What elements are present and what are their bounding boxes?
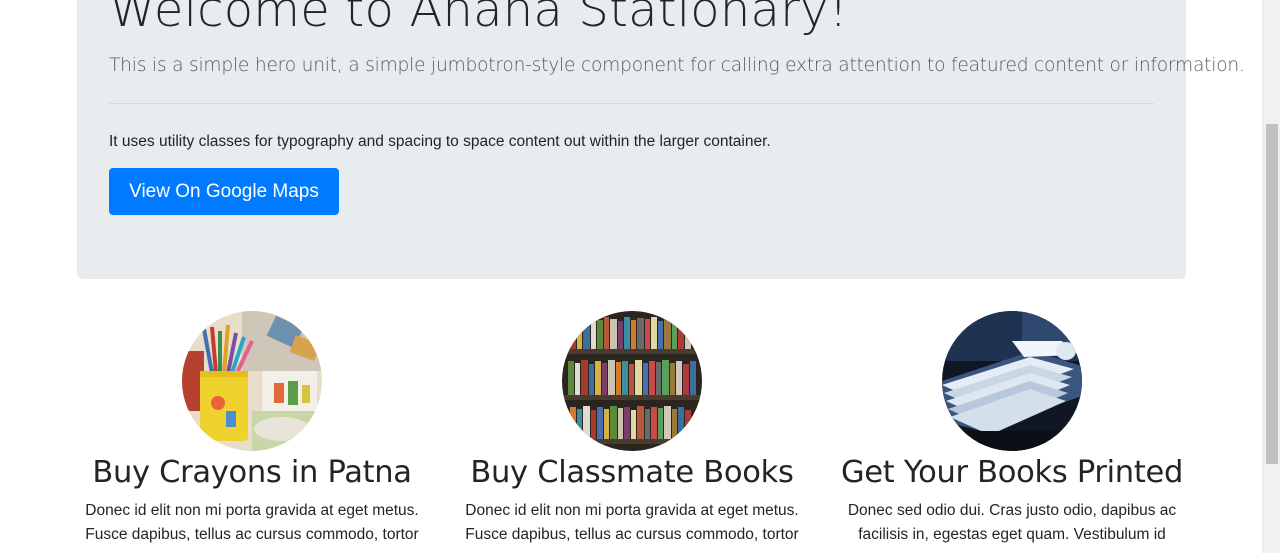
feature-title: Buy Crayons in Patna bbox=[92, 455, 412, 490]
printed-books-image bbox=[942, 311, 1082, 451]
feature-title: Get Your Books Printed bbox=[840, 455, 1184, 490]
view-on-google-maps-button[interactable]: View On Google Maps bbox=[109, 168, 339, 215]
feature-crayons: Buy Crayons in Patna Donec id elit non m… bbox=[72, 311, 432, 547]
bookshelf-image bbox=[562, 311, 702, 451]
feature-text-line: Donec id elit non mi porta gravida at eg… bbox=[85, 502, 419, 519]
feature-text-line: Donec id elit non mi porta gravida at eg… bbox=[465, 502, 799, 519]
scrollbar-thumb[interactable] bbox=[1266, 124, 1278, 464]
feature-title: Buy Classmate Books bbox=[470, 455, 794, 490]
feature-text-line: Fusce dapibus, tellus ac cursus commodo,… bbox=[85, 526, 419, 543]
feature-text-line: Donec sed odio dui. Cras justo odio, dap… bbox=[847, 502, 1177, 519]
feature-text: Donec id elit non mi porta gravida at eg… bbox=[72, 499, 432, 547]
feature-text-line: facilisis in, egestas eget quam. Vestibu… bbox=[858, 526, 1166, 543]
page: Welcome to Ahana Stationary! This is a s… bbox=[0, 0, 1280, 553]
feature-text-line: Fusce dapibus, tellus ac cursus commodo,… bbox=[465, 526, 799, 543]
feature-text: Donec id elit non mi porta gravida at eg… bbox=[452, 499, 812, 547]
feature-printing: Get Your Books Printed Donec sed odio du… bbox=[832, 311, 1192, 547]
hero-lead: This is a simple hero unit, a simple jum… bbox=[109, 55, 1245, 76]
vertical-scrollbar[interactable] bbox=[1262, 0, 1280, 553]
crayons-image bbox=[182, 311, 322, 451]
hero-title: Welcome to Ahana Stationary! bbox=[109, 0, 849, 38]
hero-text: It uses utility classes for typography a… bbox=[109, 133, 771, 150]
feature-classmate-books: Buy Classmate Books Donec id elit non mi… bbox=[452, 311, 812, 547]
feature-text: Donec sed odio dui. Cras justo odio, dap… bbox=[832, 499, 1192, 547]
hero-divider bbox=[109, 103, 1154, 104]
